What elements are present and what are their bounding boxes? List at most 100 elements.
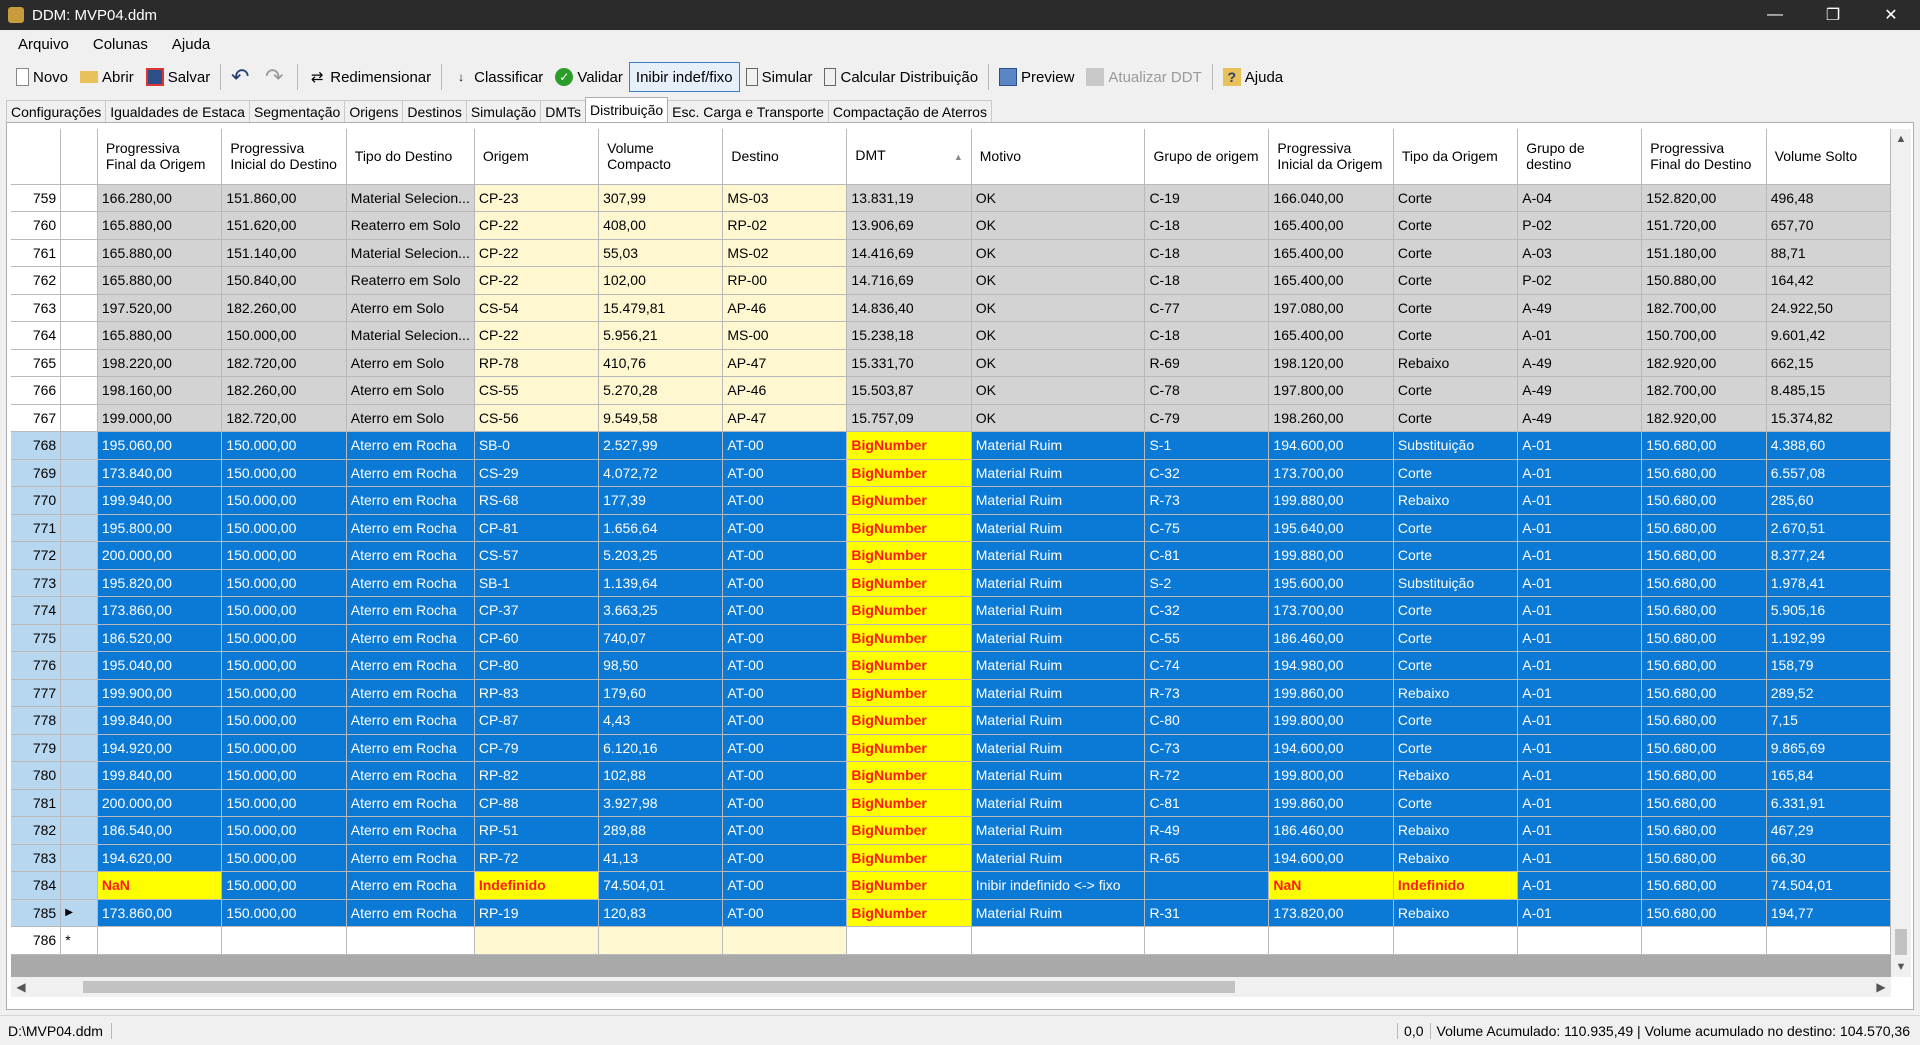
grid-cell[interactable]: Corte <box>1393 541 1519 570</box>
grid-cell[interactable]: 182.920,00 <box>1641 404 1767 432</box>
grid-cell[interactable]: RP-72 <box>474 844 600 872</box>
grid-cell[interactable]: Corte <box>1393 239 1519 267</box>
grid-cell[interactable]: Material Ruim <box>971 569 1146 597</box>
grid-cell[interactable]: 5.956,21 <box>598 321 724 350</box>
grid-cell[interactable]: 98,50 <box>598 651 724 680</box>
grid-cell[interactable]: Material Ruim <box>971 541 1146 570</box>
grid-cell[interactable]: R-31 <box>1144 899 1270 927</box>
column-header[interactable]: DMT ▲ <box>846 129 972 185</box>
table-row[interactable]: 767 199.000,00 182.720,00 Aterro em Solo CS-… <box>11 404 1891 432</box>
grid-cell[interactable]: 5.270,28 <box>598 376 724 405</box>
row-number[interactable]: 773 <box>11 569 62 597</box>
grid-cell[interactable]: CP-22 <box>474 266 600 295</box>
grid-cell[interactable]: A-03 <box>1517 239 1643 267</box>
row-number[interactable]: 760 <box>11 211 62 240</box>
grid-cell[interactable]: C-74 <box>1144 651 1270 680</box>
grid-cell[interactable]: Aterro em Rocha <box>346 816 475 845</box>
grid-cell[interactable]: 150.000,00 <box>221 816 347 845</box>
row-indicator[interactable] <box>60 294 98 322</box>
grid-cell[interactable]: Aterro em Rocha <box>346 431 475 460</box>
grid-cell[interactable]: 182.700,00 <box>1641 294 1767 322</box>
grid-cell[interactable]: CS-56 <box>474 404 600 432</box>
grid-cell[interactable]: 150.680,00 <box>1641 789 1767 817</box>
grid-cell[interactable]: 195.820,00 <box>97 569 223 597</box>
grid-cell[interactable]: CP-22 <box>474 321 600 350</box>
grid-cell[interactable]: 195.640,00 <box>1268 514 1394 542</box>
grid-cell[interactable]: AP-47 <box>722 349 848 377</box>
table-row[interactable]: 770 199.940,00 150.000,00 Aterro em Rocha RS… <box>11 486 1891 515</box>
row-number[interactable]: 781 <box>11 789 62 817</box>
grid-cell[interactable]: 165.400,00 <box>1268 321 1394 350</box>
tab-igualdades-de-estaca[interactable]: Igualdades de Estaca <box>105 100 250 122</box>
grid-cell[interactable]: Corte <box>1393 514 1519 542</box>
grid-cell[interactable]: 165.400,00 <box>1268 266 1394 295</box>
grid-cell[interactable]: 199.840,00 <box>97 761 223 790</box>
row-indicator[interactable] <box>60 431 98 460</box>
grid-cell[interactable]: C-18 <box>1144 321 1270 350</box>
grid-cell[interactable]: A-01 <box>1517 459 1643 487</box>
row-number[interactable]: 777 <box>11 679 62 707</box>
grid-cell[interactable]: 173.700,00 <box>1268 459 1394 487</box>
grid-cell[interactable]: RP-02 <box>722 211 848 240</box>
grid-cell[interactable]: 150.000,00 <box>221 871 347 900</box>
column-header[interactable]: Volume Compacto <box>598 129 724 185</box>
grid-cell[interactable]: 199.800,00 <box>1268 706 1394 735</box>
grid-cell[interactable]: A-01 <box>1517 679 1643 707</box>
grid-cell[interactable]: 102,88 <box>598 761 724 790</box>
grid-cell[interactable]: AT-00 <box>722 624 848 652</box>
grid-cell[interactable]: 6.557,08 <box>1766 459 1891 487</box>
grid-cell[interactable]: CP-37 <box>474 596 600 625</box>
grid-cell[interactable]: Corte <box>1393 789 1519 817</box>
grid-cell[interactable]: Aterro em Rocha <box>346 706 475 735</box>
grid-cell[interactable]: A-01 <box>1517 596 1643 625</box>
grid-cell[interactable]: Aterro em Solo <box>346 404 475 432</box>
grid-cell[interactable]: 165.880,00 <box>97 321 223 350</box>
grid-cell[interactable]: 150.680,00 <box>1641 844 1767 872</box>
grid-cell[interactable]: 199.800,00 <box>1268 761 1394 790</box>
grid-cell[interactable]: A-01 <box>1517 899 1643 927</box>
row-number[interactable]: 769 <box>11 459 62 487</box>
grid-cell[interactable]: P-02 <box>1517 266 1643 295</box>
grid-cell[interactable]: 150.000,00 <box>221 486 347 515</box>
grid-cell[interactable]: Aterro em Rocha <box>346 541 475 570</box>
row-indicator[interactable] <box>60 321 98 350</box>
grid-cell[interactable]: 165.880,00 <box>97 211 223 240</box>
table-row[interactable]: 761 165.880,00 151.140,00 Material Selecion… <box>11 239 1891 267</box>
grid-cell[interactable]: 182.260,00 <box>221 294 347 322</box>
grid-cell[interactable]: BigNumber <box>846 596 972 625</box>
grid-cell[interactable]: 197.080,00 <box>1268 294 1394 322</box>
grid-cell[interactable]: C-55 <box>1144 624 1270 652</box>
grid-cell[interactable]: BigNumber <box>846 569 972 597</box>
row-number[interactable]: 764 <box>11 321 62 350</box>
grid-cell[interactable]: 151.140,00 <box>221 239 347 267</box>
grid-cell[interactable]: 200.000,00 <box>97 789 223 817</box>
close-button[interactable]: ✕ <box>1862 0 1920 30</box>
grid-cell[interactable]: Corte <box>1393 211 1519 240</box>
grid-cell[interactable] <box>846 926 972 955</box>
grid-cell[interactable]: R-65 <box>1144 844 1270 872</box>
grid-cell[interactable]: 74.504,01 <box>598 871 724 900</box>
grid-cell[interactable] <box>1517 926 1643 955</box>
grid-cell[interactable]: 150.680,00 <box>1641 651 1767 680</box>
grid-cell[interactable]: Aterro em Rocha <box>346 459 475 487</box>
grid-cell[interactable]: 198.260,00 <box>1268 404 1394 432</box>
grid-cell[interactable]: Material Selecion... <box>346 239 475 267</box>
grid-cell[interactable]: Aterro em Rocha <box>346 486 475 515</box>
new-row[interactable]: 786 * <box>11 926 1891 955</box>
grid-cell[interactable]: 173.820,00 <box>1268 899 1394 927</box>
grid-cell[interactable]: 197.800,00 <box>1268 376 1394 405</box>
table-row[interactable]: 780 199.840,00 150.000,00 Aterro em Rocha RP… <box>11 761 1891 790</box>
grid-cell[interactable]: 15.374,82 <box>1766 404 1891 432</box>
row-number[interactable]: 772 <box>11 541 62 570</box>
grid-cell[interactable]: 102,00 <box>598 266 724 295</box>
grid-cell[interactable]: Material Ruim <box>971 679 1146 707</box>
tab-dmts[interactable]: DMTs <box>540 100 586 122</box>
grid-cell[interactable]: 15.331,70 <box>846 349 972 377</box>
grid-cell[interactable]: 150.840,00 <box>221 266 347 295</box>
row-indicator[interactable] <box>60 679 98 707</box>
grid-cell[interactable]: Indefinido <box>474 871 600 900</box>
grid-cell[interactable]: C-75 <box>1144 514 1270 542</box>
grid-cell[interactable]: AT-00 <box>722 569 848 597</box>
grid-cell[interactable]: 182.720,00 <box>221 404 347 432</box>
grid-cell[interactable]: A-01 <box>1517 624 1643 652</box>
